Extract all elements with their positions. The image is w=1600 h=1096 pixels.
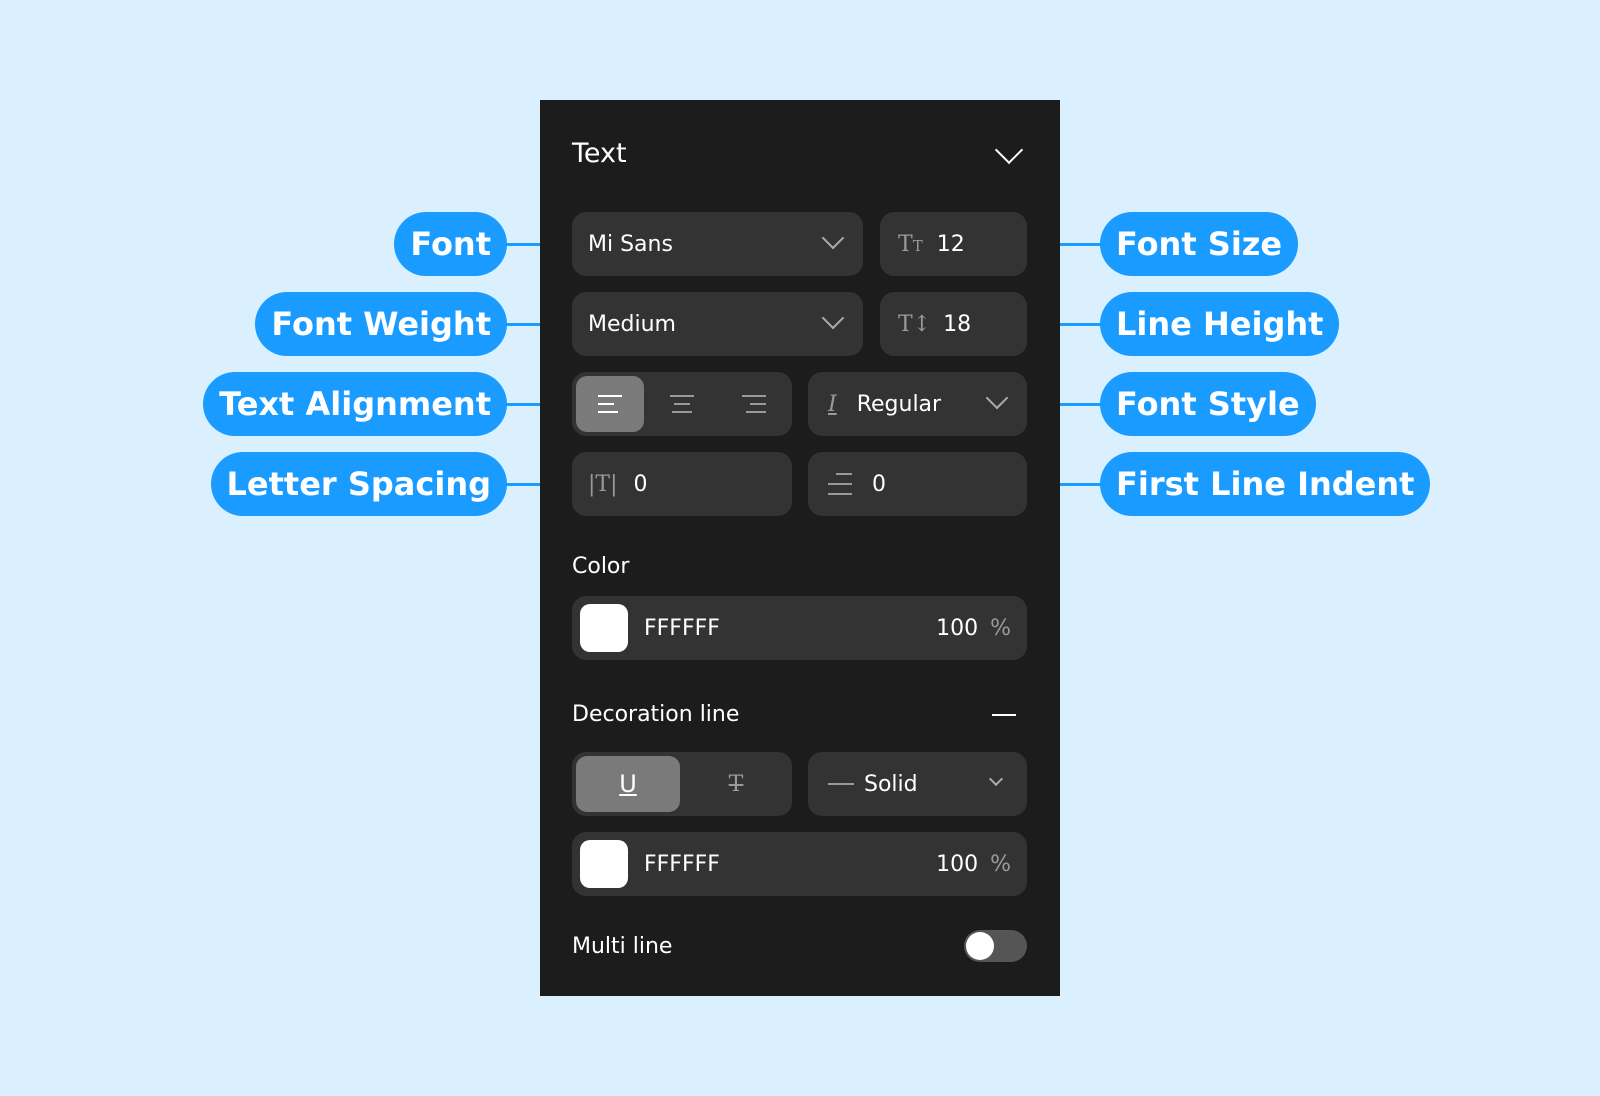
- first-line-indent-value: 0: [872, 471, 886, 497]
- decoration-style-value: Solid: [864, 771, 918, 797]
- solid-line-icon: [828, 783, 854, 785]
- callout-letter-spacing: Letter Spacing: [210, 452, 507, 516]
- letter-spacing-value: 0: [633, 471, 648, 497]
- decoration-color-hex: FFFFFF: [644, 851, 720, 877]
- decoration-line-label: Decoration line: [572, 702, 740, 727]
- indent-icon: [828, 473, 852, 495]
- align-left-icon: [598, 395, 622, 413]
- toggle-knob: [966, 932, 994, 960]
- color-label: Color: [572, 554, 630, 579]
- strikethrough-icon: T: [728, 771, 744, 797]
- font-style-value: Regular: [856, 391, 942, 417]
- align-right-icon: [742, 395, 766, 413]
- callout-line-height: Line Height: [1100, 292, 1340, 356]
- letter-spacing-input[interactable]: |T| 0: [572, 452, 792, 516]
- decoration-color-swatch[interactable]: [580, 840, 628, 888]
- font-weight-dropdown[interactable]: Medium: [572, 292, 863, 356]
- callout-font-weight: Font Weight: [255, 292, 507, 356]
- multi-line-label: Multi line: [572, 934, 673, 959]
- font-style-dropdown[interactable]: I Regular: [808, 372, 1027, 436]
- line-height-value: 18: [943, 311, 972, 337]
- decoration-type-group: U T: [572, 752, 792, 816]
- opacity-unit: %: [990, 615, 1011, 641]
- align-right-button[interactable]: [720, 376, 788, 432]
- decoration-color-input[interactable]: FFFFFF 100 %: [572, 832, 1027, 896]
- line-height-input[interactable]: T↕ 18: [880, 292, 1027, 356]
- chevron-down-icon: [821, 306, 845, 330]
- color-opacity: 100: [936, 615, 979, 641]
- font-size-value: 12: [936, 231, 965, 257]
- font-size-input[interactable]: TT 12: [880, 212, 1027, 276]
- remove-decoration-icon[interactable]: [992, 714, 1016, 716]
- callout-font-style: Font Style: [1100, 372, 1316, 436]
- font-family-value: Mi Sans: [588, 231, 673, 257]
- align-center-button[interactable]: [648, 376, 716, 432]
- align-center-icon: [670, 395, 694, 413]
- font-size-icon: TT: [898, 231, 923, 257]
- collapse-chevron-icon[interactable]: [994, 135, 1024, 165]
- decoration-opacity: 100: [936, 851, 979, 877]
- text-alignment-group: [572, 372, 792, 436]
- callout-font-size: Font Size: [1100, 212, 1299, 276]
- decoration-style-dropdown[interactable]: Solid: [808, 752, 1027, 816]
- panel-title: Text: [572, 138, 627, 169]
- align-left-button[interactable]: [576, 376, 644, 432]
- letter-spacing-icon: |T|: [588, 471, 618, 497]
- first-line-indent-input[interactable]: 0: [808, 452, 1027, 516]
- line-height-icon: T↕: [898, 311, 932, 337]
- font-weight-value: Medium: [588, 311, 676, 337]
- callout-text-alignment: Text Alignment: [203, 372, 507, 436]
- chevron-down-icon: [821, 226, 845, 250]
- font-family-dropdown[interactable]: Mi Sans: [572, 212, 863, 276]
- multi-line-toggle[interactable]: [964, 930, 1027, 962]
- underline-button[interactable]: U: [576, 756, 680, 812]
- color-input[interactable]: FFFFFF 100 %: [572, 596, 1027, 660]
- strikethrough-button[interactable]: T: [684, 756, 788, 812]
- callout-font: Font: [394, 212, 507, 276]
- opacity-unit: %: [990, 851, 1011, 877]
- color-swatch[interactable]: [580, 604, 628, 652]
- chevron-down-icon: [988, 771, 1004, 787]
- color-hex: FFFFFF: [644, 615, 720, 641]
- italic-icon: I: [828, 391, 837, 417]
- text-properties-panel: Text Mi Sans TT 12 Medium T↕ 18 I Regula…: [540, 100, 1060, 996]
- chevron-down-icon: [985, 386, 1009, 410]
- callout-first-line-indent: First Line Indent: [1100, 452, 1431, 516]
- underline-icon: U: [619, 770, 637, 798]
